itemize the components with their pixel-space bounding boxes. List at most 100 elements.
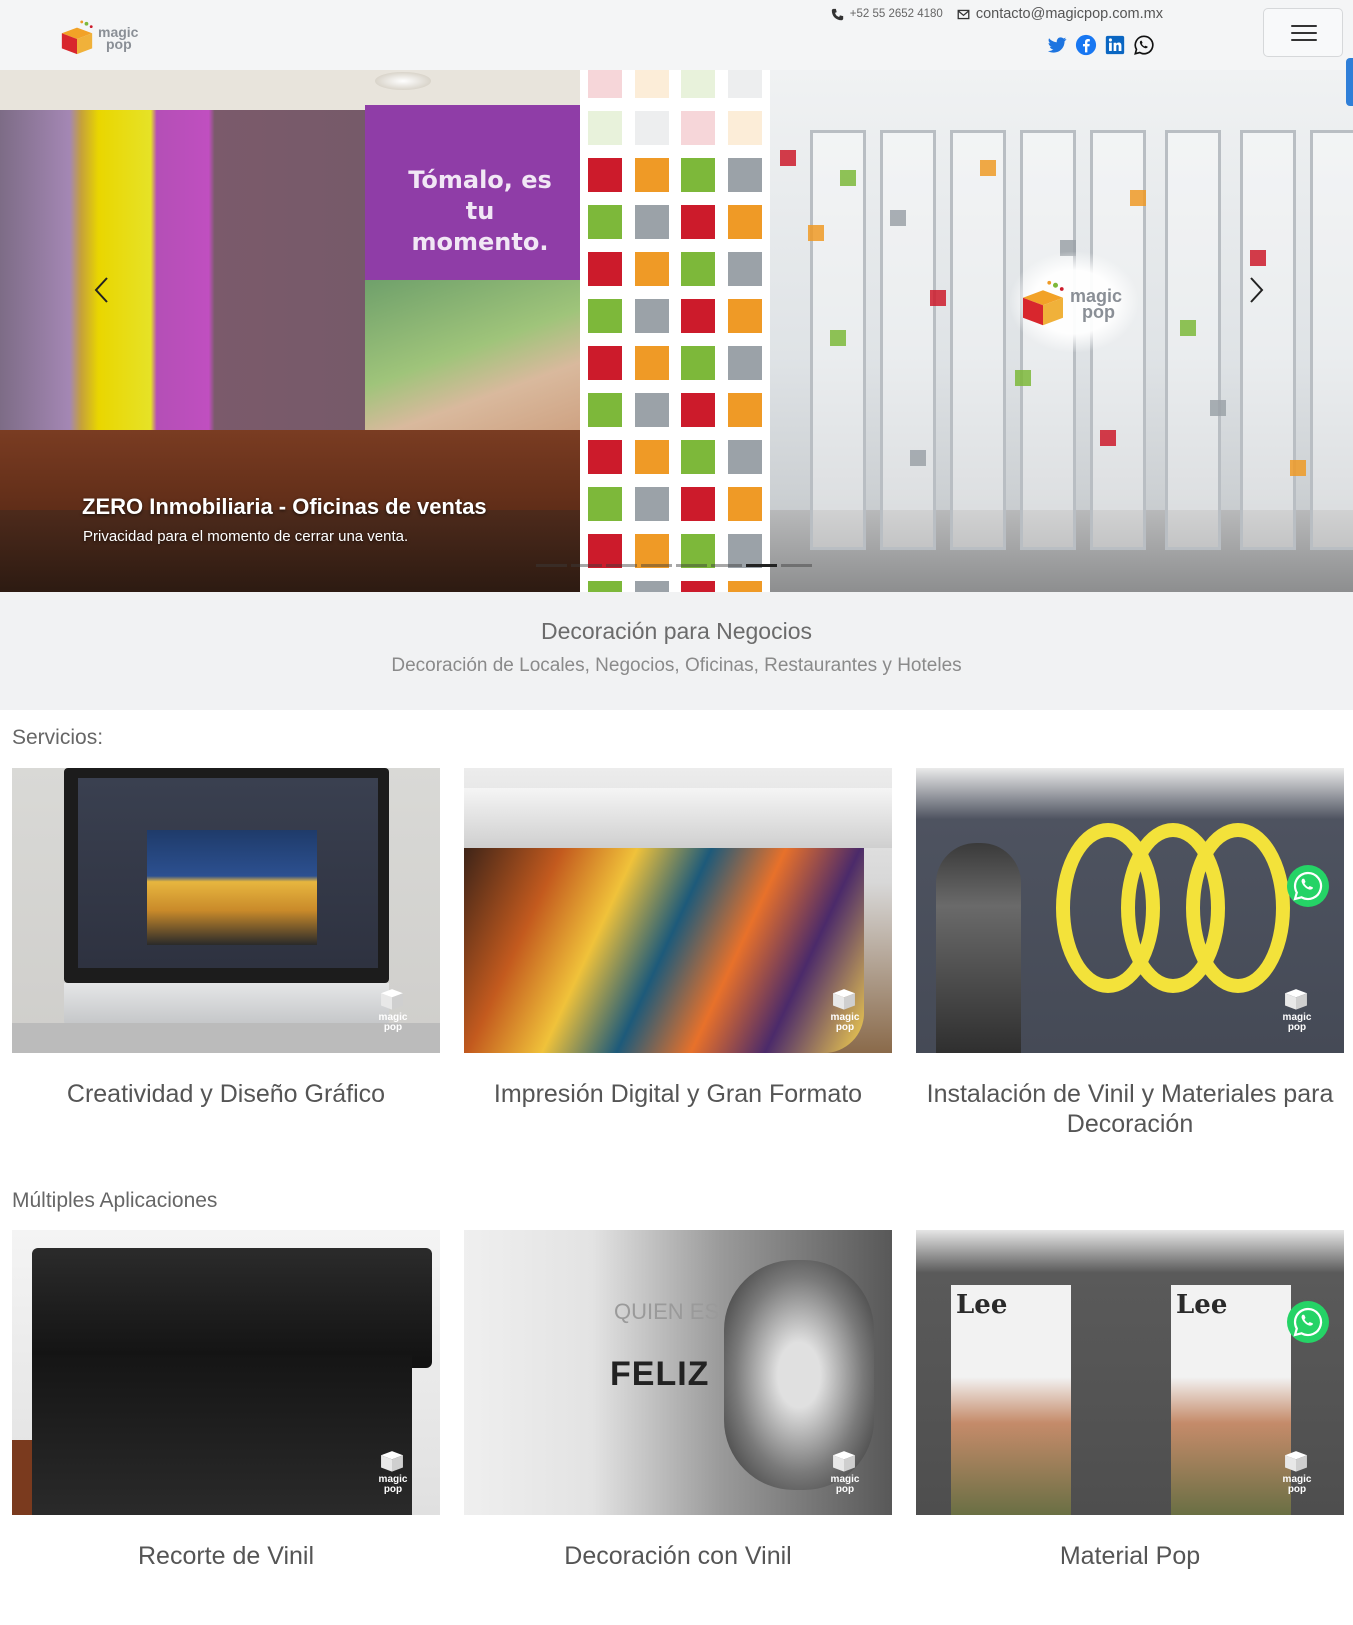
carousel-indicator[interactable] [711,564,742,567]
menu-bar [1291,32,1317,34]
watermark-line2: pop [1287,1022,1307,1033]
service-card-impresion[interactable]: magic pop Impresión Digital y Gran Format… [464,768,892,1109]
mosaic-tile [681,252,715,286]
mosaic-tile [728,158,762,192]
application-title[interactable]: Decoración con Vinil [464,1541,892,1571]
application-title[interactable]: Recorte de Vinil [12,1541,440,1571]
mosaic-tile [635,205,669,239]
facebook-icon[interactable] [1075,34,1097,56]
application-card-material-pop[interactable]: Lee Lee magic pop Material Pop [916,1230,1344,1571]
service-title[interactable]: Impresión Digital y Gran Formato [464,1079,892,1109]
mosaic-tile [728,534,762,568]
mosaic-tile [728,299,762,333]
side-tab[interactable] [1346,58,1353,106]
mosaic-tile [635,299,669,333]
glass-partition [1240,130,1296,550]
carousel-indicator[interactable] [536,564,567,567]
linkedin-icon[interactable] [1104,34,1126,56]
service-title[interactable]: Instalación de Vinil y Materiales para D… [916,1079,1344,1139]
carousel-indicator[interactable] [606,564,637,567]
vinyl-square [830,330,846,346]
cube-watermark-icon [833,989,855,1010]
watermark-logo: magic pop [822,1447,868,1497]
yellow-ring [1186,823,1290,993]
magicpop-logo[interactable]: magic pop [58,10,148,58]
vinyl-square [910,450,926,466]
watermark-logo: magic pop [370,1447,416,1497]
email-link[interactable]: contacto@magicpop.com.mx [976,6,1163,22]
carousel-indicators [536,564,812,567]
phone-number[interactable]: +52 55 2652 4180 [850,8,943,20]
badge-text: magic pop [1070,287,1122,322]
glass-partition [1310,130,1353,550]
whatsapp-icon[interactable] [1133,34,1155,56]
service-title[interactable]: Creatividad y Diseño Gráfico [12,1079,440,1109]
vinyl-cutter-image: magic pop [12,1230,440,1515]
mosaic-tile [728,252,762,286]
carousel-indicator[interactable] [781,564,812,567]
watermark-line2: pop [1287,1484,1307,1495]
carousel-prev-arrow-icon[interactable] [88,275,118,305]
hamburger-menu-button[interactable] [1263,8,1343,57]
badge-line2: pop [1082,302,1115,322]
imac-design-image: magic pop [12,768,440,1053]
carousel-indicator[interactable] [571,564,602,567]
mosaic-tile [635,346,669,380]
application-card-recorte[interactable]: magic pop Recorte de Vinil [12,1230,440,1571]
mosaic-tile [588,581,622,592]
whatsapp-float-icon[interactable] [1286,1300,1330,1344]
twitter-icon[interactable] [1046,34,1068,56]
hero-slogan: Tómalo, es tu momento. [408,166,552,256]
application-card-decoracion[interactable]: QUIEN ES FELIZ FELIZ magic pop Decoración… [464,1230,892,1571]
mosaic-tile [635,487,669,521]
watermark-logo: magic pop [1274,985,1320,1035]
vinyl-square [1180,320,1196,336]
service-card-instalacion[interactable]: magic pop Instalación de Vinil y Material… [916,768,1344,1139]
printer-machine [464,788,892,848]
vinyl-square [840,170,856,186]
service-card-diseno[interactable]: magic pop Creatividad y Diseño Gráfico [12,768,440,1109]
mosaic-tile [681,581,715,592]
carousel-next-arrow-icon[interactable] [1240,275,1270,305]
vinyl-wall-decoration-image: QUIEN ES FELIZ FELIZ magic pop [464,1230,892,1515]
vinyl-square [1130,190,1146,206]
watermark-logo: magic pop [822,985,868,1035]
mosaic-tile [635,581,669,592]
color-mosaic-column [580,70,770,592]
mosaic-tile [588,346,622,380]
carousel-indicator[interactable] [641,564,672,567]
carousel-indicator[interactable] [676,564,707,567]
imac-screen-photo [147,830,317,945]
watermark-line2: pop [383,1484,403,1495]
vinyl-square [890,210,906,226]
carousel-caption-title: ZERO Inmobiliaria - Oficinas de ventas [82,494,487,519]
application-title[interactable]: Material Pop [916,1541,1344,1571]
phone-icon [831,8,843,20]
site-header: magic pop +52 55 2652 4180 contacto@magi… [0,0,1353,70]
cube-watermark-icon [381,1451,403,1472]
mosaic-tile [588,252,622,286]
logo-text: magic pop [98,25,138,51]
mosaic-tile [681,205,715,239]
cube-logo-icon [1023,280,1064,326]
glass-partition [880,130,936,550]
vinyl-square [1290,460,1306,476]
printed-paper [464,848,864,1053]
cube-watermark-icon [381,989,403,1010]
watermark-logo: magic pop [1274,1447,1320,1497]
social-links [1046,34,1155,56]
vinyl-square [1015,370,1031,386]
mosaic-tile [681,158,715,192]
mosaic-tile [681,111,715,145]
carousel-indicator[interactable] [746,564,777,567]
cube-watermark-icon [1285,989,1307,1010]
cube-watermark-icon [1285,1451,1307,1472]
vinyl-installation-image: magic pop [916,768,1344,1053]
mosaic-tile [588,487,622,521]
vinyl-square [930,290,946,306]
aplicaciones-heading: Múltiples Aplicaciones [12,1189,218,1212]
whatsapp-float-icon[interactable] [1286,864,1330,908]
large-format-printer-image: magic pop [464,768,892,1053]
glass-partition [950,130,1006,550]
tagline-subtitle: Decoración de Locales, Negocios, Oficina… [391,655,962,676]
